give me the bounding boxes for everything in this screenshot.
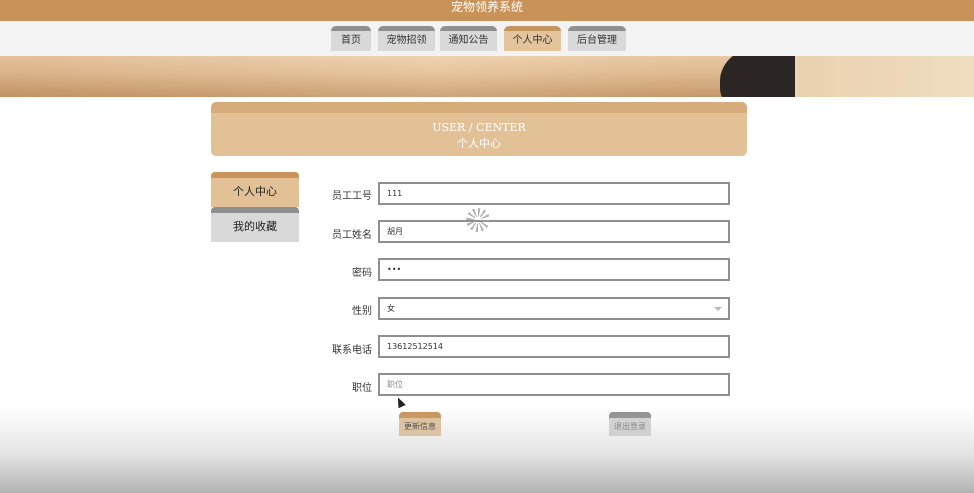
password-label: 密码 (352, 268, 372, 279)
banner-right-panel (795, 56, 974, 97)
gender-label: 性别 (352, 306, 372, 317)
position-placeholder: 职位 (387, 380, 403, 389)
employee-name-field[interactable]: 胡月 (378, 220, 730, 243)
phone-value: 13612512514 (387, 342, 443, 351)
gender-value: 女 (387, 304, 395, 313)
nav-notices[interactable]: 通知公告 (440, 26, 497, 51)
gender-select[interactable]: 女 (378, 297, 730, 320)
nav-pet-found[interactable]: 宠物招领 (378, 26, 435, 51)
app-title: 宠物领养系统 (450, 0, 523, 14)
update-info-button[interactable]: 更新信息 (399, 412, 441, 436)
nav-home[interactable]: 首页 (331, 26, 371, 51)
mouse-cursor-icon (394, 395, 406, 409)
phone-field[interactable]: 13612512514 (378, 335, 730, 358)
main-nav: 首页 宠物招领 通知公告 个人中心 后台管理 (0, 21, 974, 56)
password-value: ••• (387, 265, 402, 274)
page-title-cn: 个人中心 (457, 137, 501, 150)
password-field[interactable]: ••• (378, 258, 730, 281)
employee-name-value: 胡月 (387, 227, 403, 236)
employee-name-label: 员工姓名 (332, 230, 372, 241)
nav-user-center[interactable]: 个人中心 (504, 26, 561, 51)
position-field[interactable]: 职位 (378, 373, 730, 396)
phone-label: 联系电话 (332, 345, 372, 356)
employee-id-field[interactable]: 111 (378, 182, 730, 205)
page-title-en: USER / CENTER (432, 121, 526, 134)
nav-admin[interactable]: 后台管理 (568, 26, 626, 51)
sidebar-item-user-center[interactable]: 个人中心 (211, 172, 299, 207)
page-title-box: USER / CENTER 个人中心 (211, 102, 747, 156)
position-label: 职位 (352, 383, 372, 394)
loading-spinner-icon (466, 208, 490, 232)
chevron-down-icon (714, 307, 722, 311)
employee-id-label: 员工工号 (332, 191, 372, 202)
app-title-bar: 宠物领养系统 (0, 0, 974, 21)
banner-image (0, 56, 974, 97)
employee-id-value: 111 (387, 189, 403, 198)
cat-silhouette (720, 56, 805, 97)
bottom-overlay (0, 408, 974, 493)
sidebar-item-favorites[interactable]: 我的收藏 (211, 207, 299, 242)
logout-button[interactable]: 退出登录 (609, 412, 651, 436)
